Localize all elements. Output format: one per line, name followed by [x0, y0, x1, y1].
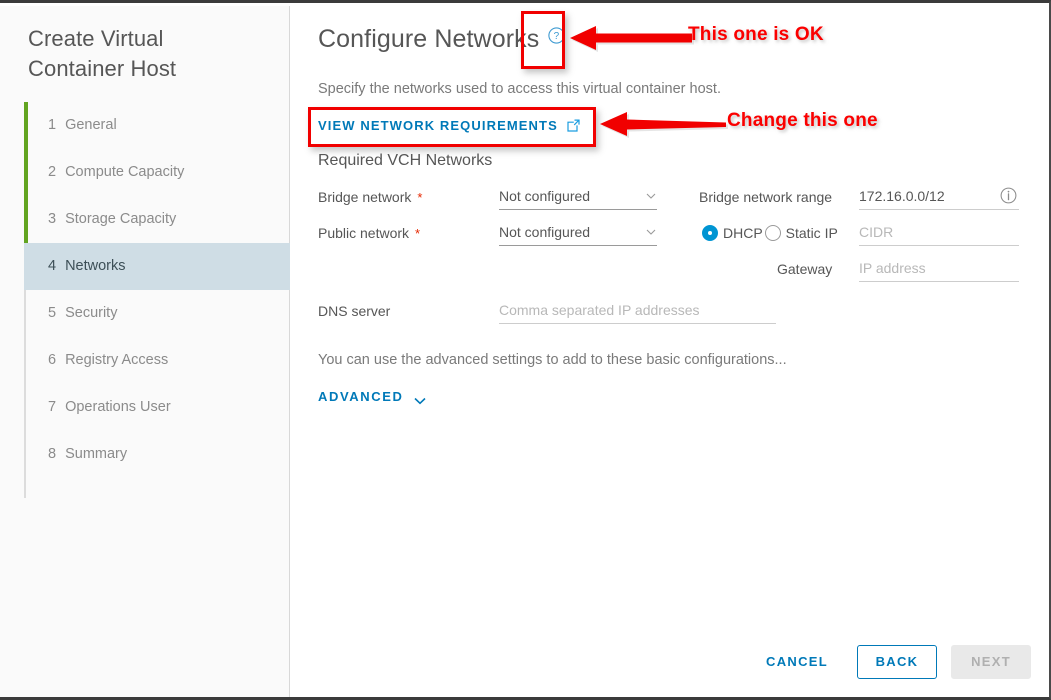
sidebar-step-number: 5	[48, 305, 57, 321]
advanced-toggle-label: ADVANCED	[318, 389, 404, 404]
advanced-settings-note: You can use the advanced settings to add…	[318, 352, 787, 368]
sidebar-step-networks[interactable]: 4 Networks	[24, 243, 290, 290]
chevron-down-icon	[646, 229, 656, 235]
dhcp-radio-label[interactable]: DHCP	[723, 225, 763, 241]
sidebar-step-security[interactable]: 5 Security	[24, 290, 290, 337]
sidebar-step-label: Summary	[65, 446, 128, 462]
advanced-toggle-button[interactable]: ADVANCED	[318, 389, 426, 404]
bridge-network-range-input[interactable]: 172.16.0.0/12	[859, 184, 1019, 210]
sidebar-step-number: 6	[48, 352, 57, 368]
bridge-network-select[interactable]: Not configured	[499, 184, 657, 210]
dns-server-label: DNS server	[318, 303, 391, 319]
sidebar-step-label: General	[65, 117, 117, 133]
sidebar-step-label: Storage Capacity	[65, 211, 177, 227]
public-network-label: Public network *	[318, 220, 420, 247]
sidebar-step-registry-access[interactable]: 6 Registry Access	[24, 337, 290, 384]
bridge-network-value: Not configured	[499, 188, 591, 204]
info-circle-icon[interactable]	[1000, 187, 1017, 204]
bridge-network-required-star: *	[417, 190, 423, 205]
sidebar-step-number: 7	[48, 399, 57, 415]
wizard-steps-list: 1 General 2 Compute Capacity 3 Storage Capaci…	[24, 102, 290, 498]
bridge-network-range-value: 172.16.0.0/12	[859, 188, 945, 204]
public-network-required-star: *	[415, 226, 421, 241]
sidebar-step-label: Registry Access	[65, 352, 169, 368]
sidebar-step-number: 1	[48, 117, 57, 133]
page-description: Specify the networks used to access this…	[318, 81, 721, 97]
section-heading-required-vch-networks: Required VCH Networks	[318, 152, 493, 169]
ip-mode-radio-group: DHCP Static IP	[702, 220, 838, 246]
dns-server-input[interactable]: Comma separated IP addresses	[499, 298, 776, 324]
wizard-main-panel: Configure Networks ? Specify the network…	[291, 6, 1049, 694]
sidebar-step-general[interactable]: 1 General	[24, 102, 290, 149]
sidebar-step-label: Operations User	[65, 399, 171, 415]
dns-server-placeholder: Comma separated IP addresses	[499, 302, 700, 318]
sidebar-step-summary[interactable]: 8 Summary	[24, 431, 290, 478]
static-ip-radio[interactable]	[764, 225, 781, 241]
chevron-down-icon	[646, 193, 656, 199]
sidebar-step-label: Compute Capacity	[65, 164, 185, 180]
static-ip-radio-label[interactable]: Static IP	[786, 225, 838, 241]
cancel-button[interactable]: CANCEL	[751, 645, 843, 679]
sidebar-step-label: Security	[65, 305, 118, 321]
wizard-footer: CANCEL BACK NEXT	[751, 645, 1031, 679]
sidebar-step-number: 3	[48, 211, 57, 227]
sidebar-step-compute-capacity[interactable]: 2 Compute Capacity	[24, 149, 290, 196]
public-network-value: Not configured	[499, 224, 591, 240]
public-network-label-text: Public network	[318, 225, 410, 241]
view-network-requirements-link[interactable]: VIEW NETWORK REQUIREMENTS	[318, 118, 581, 133]
view-network-requirements-label: VIEW NETWORK REQUIREMENTS	[318, 118, 558, 133]
bridge-network-label: Bridge network *	[318, 184, 422, 211]
dhcp-radio[interactable]	[702, 225, 718, 241]
sidebar-step-number: 2	[48, 164, 57, 180]
help-circle-icon[interactable]: ?	[548, 27, 565, 44]
gateway-placeholder: IP address	[859, 260, 926, 276]
gateway-input[interactable]: IP address	[859, 256, 1019, 282]
back-button[interactable]: BACK	[857, 645, 937, 679]
next-button: NEXT	[951, 645, 1031, 679]
gateway-label: Gateway	[777, 261, 833, 277]
wizard-sidebar: Create Virtual Container Host 1 General 2 Co…	[0, 6, 290, 697]
page-title: Configure Networks ?	[318, 25, 565, 54]
cidr-placeholder: CIDR	[859, 224, 894, 240]
bridge-network-label-text: Bridge network	[318, 189, 412, 205]
sidebar-step-number: 8	[48, 446, 57, 462]
external-link-icon	[566, 118, 581, 133]
page-title-text: Configure Networks	[318, 25, 540, 53]
cidr-input[interactable]: CIDR	[859, 220, 1019, 246]
sidebar-step-number: 4	[48, 258, 57, 274]
sidebar-step-storage-capacity[interactable]: 3 Storage Capacity	[24, 196, 290, 243]
bridge-network-range-label: Bridge network range	[699, 189, 833, 205]
wizard-title: Create Virtual Container Host	[28, 26, 177, 81]
sidebar-step-label: Networks	[65, 258, 126, 274]
create-vch-wizard-window: Create Virtual Container Host 1 General 2 Co…	[0, 0, 1051, 700]
chevron-down-icon	[413, 393, 426, 404]
svg-text:?: ?	[554, 31, 560, 42]
public-network-select[interactable]: Not configured	[499, 220, 657, 246]
sidebar-step-operations-user[interactable]: 7 Operations User	[24, 384, 290, 431]
